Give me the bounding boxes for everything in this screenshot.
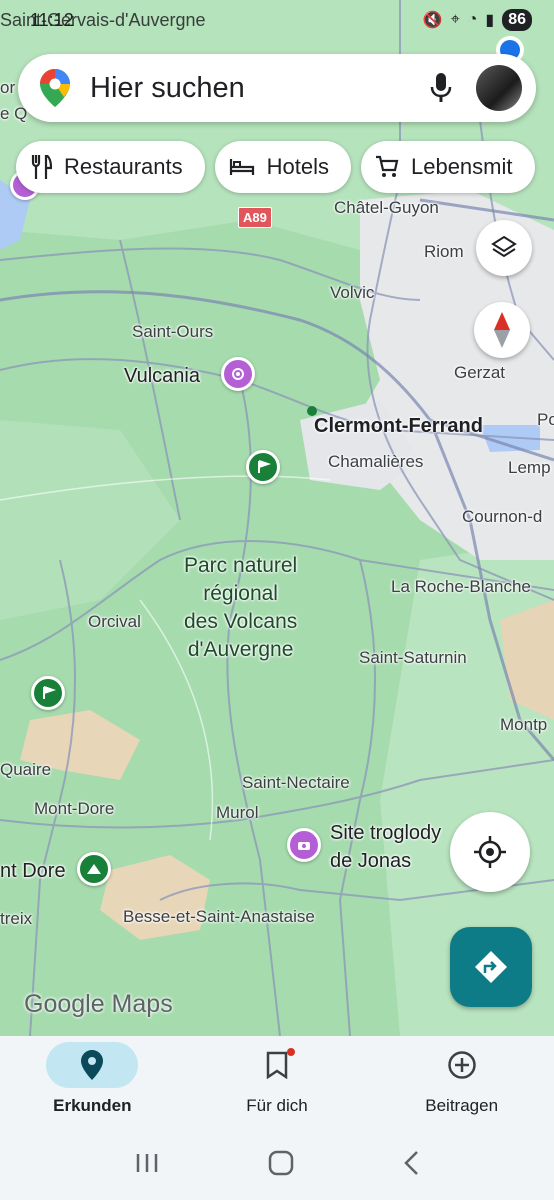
place-saint-nectaire[interactable]: Saint-Nectaire: [242, 773, 350, 793]
place-saint-ours[interactable]: Saint-Ours: [132, 322, 213, 342]
layers-icon: [491, 235, 517, 258]
place-riom[interactable]: Riom: [424, 242, 464, 262]
nav-contribute-icon-wrap: [416, 1042, 508, 1088]
place-montp[interactable]: Montp: [500, 715, 547, 735]
place-besse[interactable]: Besse-et-Saint-Anastaise: [123, 907, 315, 927]
chip-hotels[interactable]: Hotels: [214, 141, 351, 193]
chip-restaurants-label: Restaurants: [64, 154, 183, 179]
system-navigation-bar: [0, 1126, 554, 1200]
nav-contribute[interactable]: Beitragen: [382, 1036, 542, 1126]
park-label-line2: régional: [203, 582, 278, 605]
flag-icon: [43, 686, 56, 699]
search-bar[interactable]: Hier suchen: [18, 54, 536, 122]
place-la-roche-blanche[interactable]: La Roche-Blanche: [391, 577, 531, 597]
bookmark-icon: [266, 1051, 288, 1079]
place-mont-dore[interactable]: Mont-Dore: [34, 799, 114, 819]
back-icon[interactable]: [402, 1150, 420, 1176]
park-label-line3: des Volcans: [184, 610, 298, 633]
nav-contribute-label: Beitragen: [425, 1096, 499, 1115]
nav-for-you-icon-wrap: [231, 1042, 323, 1088]
place-site-troglodytique-2[interactable]: de Jonas: [330, 850, 411, 873]
mountain-icon: [87, 864, 101, 874]
park-label[interactable]: Parc naturel régional des Volcans d'Auve…: [184, 552, 297, 664]
mountain-poi-pin[interactable]: [77, 852, 111, 886]
chip-restaurants[interactable]: Restaurants: [16, 141, 205, 193]
my-location-button[interactable]: [450, 812, 530, 892]
place-cournon[interactable]: Cournon-d: [462, 507, 542, 527]
place-gerzat[interactable]: Gerzat: [454, 363, 505, 383]
attraction-icon: [232, 368, 244, 380]
flag-icon: [258, 460, 271, 473]
compass-icon: [494, 312, 510, 348]
battery-indicator: 86: [502, 9, 532, 31]
place-treix[interactable]: treix: [0, 909, 32, 929]
park-label-line4: d'Auvergne: [187, 638, 294, 661]
location-icon: ⌖: [450, 11, 460, 28]
place-puy-de-sancy[interactable]: nt Dore: [0, 860, 66, 883]
fork-knife-icon: [31, 155, 52, 179]
place-lemp[interactable]: Lemp: [508, 458, 551, 478]
recent-apps-icon[interactable]: [134, 1152, 160, 1174]
bottom-navigation: Erkunden Für dich Beitragen: [0, 1036, 554, 1126]
google-maps-pin-icon: [40, 69, 70, 107]
nav-explore-label: Erkunden: [53, 1096, 132, 1115]
place-clermont-ferrand[interactable]: Clermont-Ferrand: [314, 415, 483, 438]
mute-icon: 🔇: [422, 12, 443, 29]
nav-for-you-label: Für dich: [246, 1096, 308, 1115]
place-volvic[interactable]: Volvic: [330, 283, 374, 303]
place-quaire[interactable]: Quaire: [0, 760, 51, 780]
compass-button[interactable]: [474, 302, 530, 358]
park-poi-pin[interactable]: [246, 450, 280, 484]
place-left-fragment-1: or: [0, 78, 16, 97]
chip-hotels-label: Hotels: [266, 154, 329, 179]
add-circle-icon: [447, 1051, 476, 1079]
place-chatel-guyon[interactable]: Châtel-Guyon: [334, 198, 439, 218]
status-bar: 11:12 Saint-Gervais-d'Auvergne 🔇 ⌖ ◔ ▮ 8…: [0, 0, 554, 40]
place-murol[interactable]: Murol: [216, 803, 259, 823]
place-po[interactable]: Po: [537, 410, 554, 430]
nav-explore[interactable]: Erkunden: [12, 1036, 172, 1126]
layers-button[interactable]: [476, 220, 532, 276]
place-orcival[interactable]: Orcival: [88, 612, 141, 632]
category-chips: Restaurants Hotels Lebensmit: [16, 141, 535, 193]
camera-icon: [298, 842, 310, 850]
directions-button[interactable]: [450, 927, 532, 1007]
wifi-icon: ◔: [467, 11, 478, 28]
search-input[interactable]: Hier suchen: [90, 72, 430, 105]
home-icon[interactable]: [268, 1150, 294, 1176]
notification-badge: [286, 1048, 295, 1056]
signal-icon: ▮: [485, 12, 495, 29]
road-shield-a89: A89: [238, 207, 272, 228]
place-chamalieres[interactable]: Chamalières: [328, 452, 423, 472]
bed-icon: [229, 159, 254, 175]
status-overlay-place: Saint-Gervais-d'Auvergne: [0, 10, 206, 30]
directions-icon: [475, 951, 507, 983]
nav-explore-icon-wrap: [46, 1042, 139, 1088]
account-avatar[interactable]: [476, 65, 522, 111]
crosshair-icon: [474, 836, 506, 868]
vulcania-poi-pin[interactable]: [221, 357, 255, 391]
chip-groceries[interactable]: Lebensmit: [360, 141, 535, 193]
place-site-troglodytique-1[interactable]: Site troglody: [330, 822, 441, 845]
google-maps-attribution: Google Maps: [24, 990, 173, 1018]
chip-groceries-label: Lebensmit: [410, 154, 513, 179]
location-pin-icon: [81, 1050, 104, 1080]
park-label-line1: Parc naturel: [184, 554, 298, 577]
place-vulcania[interactable]: Vulcania: [124, 365, 200, 388]
site-troglodytique-poi-pin[interactable]: [287, 828, 321, 862]
nav-for-you[interactable]: Für dich: [197, 1036, 357, 1126]
place-saint-saturnin[interactable]: Saint-Saturnin: [359, 648, 467, 668]
park-poi-pin-2[interactable]: [31, 676, 65, 710]
cart-icon: [375, 155, 399, 177]
microphone-icon[interactable]: [430, 73, 452, 103]
